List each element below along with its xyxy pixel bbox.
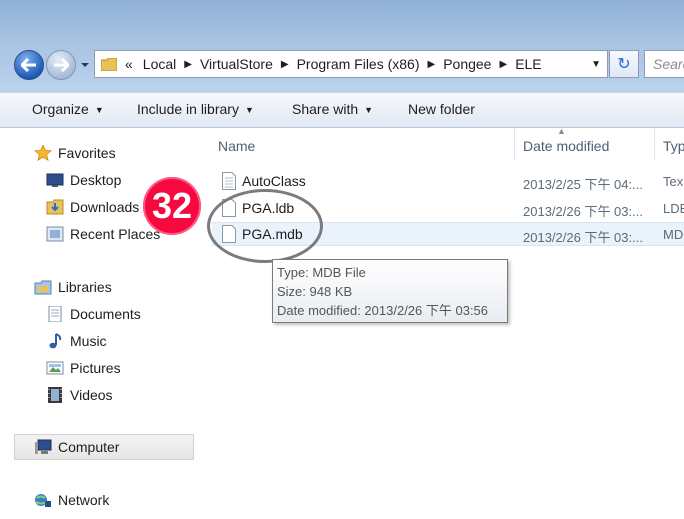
nav-recent-places-label: Recent Places bbox=[70, 226, 161, 242]
nav-pictures-label: Pictures bbox=[70, 360, 121, 376]
chevron-right-icon[interactable]: ▶ bbox=[428, 59, 436, 70]
file-date: 2013/2/26 下午 03:... bbox=[523, 204, 643, 219]
breadcrumb-overflow[interactable]: « bbox=[125, 56, 133, 72]
forward-button[interactable] bbox=[46, 50, 76, 80]
nav-libraries-label: Libraries bbox=[58, 279, 112, 295]
address-bar[interactable]: « Local ▶ VirtualStore ▶ Program Files (… bbox=[94, 50, 608, 78]
dropdown-arrow-icon: ▼ bbox=[364, 105, 374, 115]
address-dropdown-icon[interactable]: ▼ bbox=[591, 59, 601, 70]
breadcrumb-ele[interactable]: ELE bbox=[515, 56, 541, 72]
desktop-icon bbox=[46, 173, 64, 187]
chevron-right-icon[interactable]: ▶ bbox=[184, 59, 192, 70]
highlight-ring bbox=[207, 189, 323, 263]
nav-videos[interactable]: Videos bbox=[46, 387, 113, 403]
folder-icon bbox=[101, 57, 117, 71]
nav-downloads[interactable]: Downloads bbox=[46, 199, 139, 215]
nav-music-label: Music bbox=[70, 333, 107, 349]
recent-places-icon bbox=[46, 226, 64, 242]
step-number-badge: 32 bbox=[143, 177, 201, 235]
column-header-type[interactable]: Typ bbox=[663, 138, 684, 154]
forward-arrow-icon bbox=[54, 58, 69, 72]
file-date: 2013/2/26 下午 03:... bbox=[523, 230, 643, 245]
breadcrumb-virtualstore[interactable]: VirtualStore bbox=[200, 56, 273, 72]
documents-icon bbox=[48, 306, 62, 322]
column-header-name[interactable]: Name bbox=[218, 138, 255, 154]
file-date: 2013/2/25 下午 04:... bbox=[523, 177, 643, 192]
column-header-bar: ▲ Name Date modified Typ bbox=[200, 126, 684, 160]
recent-pages-dropdown-icon[interactable] bbox=[80, 60, 90, 70]
breadcrumb: « Local ▶ VirtualStore ▶ Program Files (… bbox=[125, 56, 542, 72]
nav-libraries[interactable]: Libraries bbox=[34, 279, 112, 295]
tooltip-date-modified: Date modified: 2013/2/26 下午 03:56 bbox=[277, 303, 489, 318]
nav-desktop[interactable]: Desktop bbox=[46, 172, 121, 188]
nav-documents-label: Documents bbox=[70, 306, 141, 322]
command-bar: Organize ▼ Include in library ▼ Share with… bbox=[0, 92, 684, 128]
chevron-right-icon[interactable]: ▶ bbox=[281, 59, 289, 70]
nav-computer-label: Computer bbox=[58, 439, 120, 455]
star-icon bbox=[34, 145, 52, 161]
include-in-library-label: Include in library bbox=[137, 101, 239, 117]
computer-icon bbox=[35, 439, 52, 454]
dropdown-arrow-icon: ▼ bbox=[94, 105, 104, 115]
column-divider[interactable] bbox=[654, 128, 655, 160]
refresh-button[interactable]: ↻ bbox=[609, 50, 639, 78]
nav-videos-label: Videos bbox=[70, 387, 113, 403]
nav-favorites-label: Favorites bbox=[58, 145, 116, 161]
breadcrumb-pongee[interactable]: Pongee bbox=[443, 56, 491, 72]
file-type: MD bbox=[663, 227, 684, 242]
search-input[interactable]: Searc bbox=[644, 50, 684, 78]
share-with-label: Share with bbox=[292, 101, 359, 117]
pictures-icon bbox=[46, 361, 64, 375]
nav-network[interactable]: Network bbox=[34, 492, 109, 508]
file-info-tooltip: Type: MDB File Size: 948 KB Date modifie… bbox=[272, 259, 508, 323]
column-header-date-modified[interactable]: Date modified bbox=[523, 138, 609, 154]
nav-music[interactable]: Music bbox=[46, 333, 107, 349]
dropdown-arrow-icon: ▼ bbox=[244, 105, 254, 115]
column-divider[interactable] bbox=[514, 128, 515, 160]
text-file-icon bbox=[222, 172, 236, 190]
nav-documents[interactable]: Documents bbox=[46, 306, 141, 322]
include-in-library-button[interactable]: Include in library ▼ bbox=[137, 101, 254, 117]
nav-computer[interactable]: Computer bbox=[34, 439, 119, 455]
new-folder-button[interactable]: New folder bbox=[408, 101, 475, 117]
nav-downloads-label: Downloads bbox=[70, 199, 140, 215]
film-strip-icon bbox=[48, 387, 62, 403]
share-with-button[interactable]: Share with ▼ bbox=[292, 101, 373, 117]
nav-desktop-label: Desktop bbox=[70, 172, 122, 188]
nav-recent-places[interactable]: Recent Places bbox=[46, 226, 160, 242]
organize-label: Organize bbox=[32, 101, 89, 117]
tooltip-type: Type: MDB File bbox=[277, 265, 366, 280]
nav-favorites[interactable]: Favorites bbox=[34, 145, 116, 161]
file-name: AutoClass bbox=[242, 173, 306, 189]
back-arrow-icon bbox=[21, 58, 36, 72]
nav-pictures[interactable]: Pictures bbox=[46, 360, 121, 376]
organize-button[interactable]: Organize ▼ bbox=[32, 101, 104, 117]
sort-ascending-icon: ▲ bbox=[557, 126, 566, 136]
file-type: LDE bbox=[663, 201, 684, 216]
nav-network-label: Network bbox=[58, 492, 110, 508]
chevron-right-icon[interactable]: ▶ bbox=[499, 59, 507, 70]
network-icon bbox=[35, 494, 51, 507]
refresh-icon: ↻ bbox=[617, 56, 631, 73]
breadcrumb-program-files[interactable]: Program Files (x86) bbox=[297, 56, 420, 72]
back-button[interactable] bbox=[14, 50, 44, 80]
file-type: Tex bbox=[663, 174, 684, 189]
breadcrumb-local[interactable]: Local bbox=[143, 56, 176, 72]
tooltip-size: Size: 948 KB bbox=[277, 284, 353, 299]
window-chrome: « Local ▶ VirtualStore ▶ Program Files (… bbox=[0, 0, 684, 92]
libraries-icon bbox=[34, 280, 52, 295]
downloads-folder-icon bbox=[46, 199, 64, 215]
music-note-icon bbox=[49, 333, 62, 349]
